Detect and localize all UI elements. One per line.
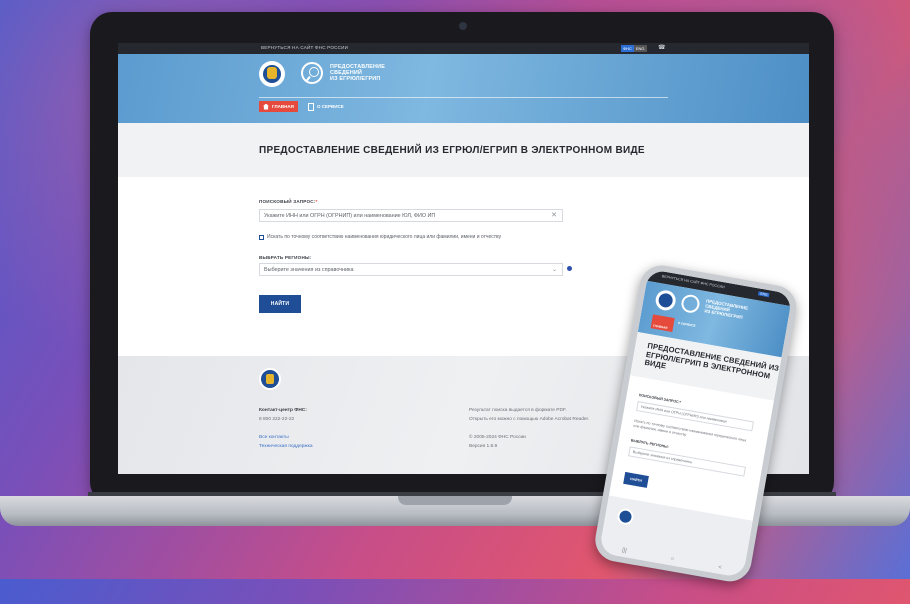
phone-nav-home-button[interactable]: ГЛАВНАЯ xyxy=(650,314,675,332)
result-note: Результат поиска выдается в формате PDF. xyxy=(469,408,567,413)
back-arrow-icon[interactable]: < xyxy=(718,565,723,572)
nav-about-label: О СЕРВИСЕ xyxy=(317,104,344,109)
phone-magnifier-icon xyxy=(680,293,701,315)
phone-service-title: ПРЕДОСТАВЛЕНИЕ СВЕДЕНИЙ ИЗ ЕГРЮЛ/ЕГРИП xyxy=(704,298,749,321)
version: Версия 1.8.9 xyxy=(469,444,498,449)
phone-search-button[interactable]: НАЙТИ xyxy=(623,471,649,488)
regions-select-placeholder: Выберите значения из справочника xyxy=(264,267,354,273)
copyright: © 2005-2024 ФНС России xyxy=(469,435,526,440)
home-icon xyxy=(263,103,269,110)
service-title: ПРЕДОСТАВЛЕНИЕ СВЕДЕНИЙ ИЗ ЕГРЮЛ/ЕГРИП xyxy=(330,64,385,83)
result-note: Открыть его можно с помощью Adobe Acroba… xyxy=(469,417,590,422)
phone-lang-button[interactable]: ENG xyxy=(757,291,770,298)
laptop-notch xyxy=(398,496,512,505)
regions-label: ВЫБРАТЬ РЕГИОНЫ: xyxy=(259,255,312,260)
phone-regions-placeholder: Выберите значения из справочника xyxy=(632,449,692,465)
support-link[interactable]: Техническая поддержка xyxy=(259,444,313,449)
back-to-fns-link[interactable]: ВЕРНУТЬСЯ НА САЙТ ФНС РОССИИ xyxy=(261,45,348,50)
phone-search-form: ПОИСКОВЫЙ ЗАПРОС:* Укажите ИНН или ОГРН … xyxy=(611,375,774,509)
nav-home-button[interactable]: ГЛАВНАЯ xyxy=(259,101,298,112)
page-title-band: ПРЕДОСТАВЛЕНИЕ СВЕДЕНИЙ ИЗ ЕГРЮЛ/ЕГРИП В… xyxy=(118,123,809,177)
service-title-line: ИЗ ЕГРЮЛ/ЕГРИП xyxy=(330,76,381,83)
contact-center-title: Контакт-центр ФНС: xyxy=(259,408,307,413)
phone-footer: ||| ○ < xyxy=(598,495,753,578)
document-icon xyxy=(308,102,314,111)
footer-emblem-logo xyxy=(259,368,281,390)
exact-match-checkbox-row[interactable]: Искать по точному соответствию наименова… xyxy=(259,234,501,240)
search-input-placeholder: Укажите ИНН или ОГРН (ОГРНИП) или наимен… xyxy=(264,213,436,219)
phone-emblem-logo[interactable] xyxy=(654,288,678,312)
contact-phone[interactable]: 8 800 222-22-22 xyxy=(259,417,294,422)
regions-select[interactable]: Выберите значения из справочника ⌄ xyxy=(259,263,563,276)
lang-en-button[interactable]: ENG xyxy=(633,45,647,52)
phone-regions-select[interactable]: Выберите значения из справочника xyxy=(628,446,746,477)
search-input[interactable]: Укажите ИНН или ОГРН (ОГРНИП) или наимен… xyxy=(259,209,563,222)
info-icon[interactable] xyxy=(567,266,572,271)
all-contacts-link[interactable]: Все контакты xyxy=(259,435,289,440)
query-label: ПОИСКОВЫЙ ЗАПРОС:* xyxy=(259,199,318,204)
nav-home-label: ГЛАВНАЯ xyxy=(272,104,294,109)
phone-search-placeholder: Укажите ИНН или ОГРН (ОГРНИП) или наимен… xyxy=(640,404,727,424)
search-button[interactable]: НАЙТИ xyxy=(259,295,301,313)
nav-about-link[interactable]: О СЕРВИСЕ xyxy=(308,101,344,112)
phone-nav-about-link[interactable]: О СЕРВИСЕ xyxy=(678,321,696,328)
exact-match-label: Искать по точному соответствию наименова… xyxy=(267,234,502,240)
webcam xyxy=(459,22,467,30)
home-circle-icon[interactable]: ○ xyxy=(670,556,675,563)
recent-apps-icon[interactable]: ||| xyxy=(621,548,627,555)
header-divider xyxy=(259,97,668,98)
page-title: ПРЕДОСТАВЛЕНИЕ СВЕДЕНИЙ ИЗ ЕГРЮЛ/ЕГРИП В… xyxy=(259,145,645,156)
exact-match-checkbox[interactable] xyxy=(259,234,264,240)
phone-icon[interactable]: ☎ xyxy=(658,44,665,51)
required-marker: * xyxy=(315,199,318,204)
phone-nav-home-label: ГЛАВНАЯ xyxy=(652,323,668,331)
language-switch[interactable]: ФНС ENG xyxy=(621,45,647,52)
chevron-down-icon: ⌄ xyxy=(551,267,557,273)
top-bar: ВЕРНУТЬСЯ НА САЙТ ФНС РОССИИ ФНС ENG ☎ xyxy=(118,43,809,54)
lang-ru-button[interactable]: ФНС xyxy=(621,45,634,52)
fns-emblem-logo[interactable] xyxy=(259,61,285,87)
query-label-text: ПОИСКОВЫЙ ЗАПРОС: xyxy=(259,199,316,204)
service-magnifier-icon xyxy=(301,62,323,84)
phone-nav-bar: ||| ○ < xyxy=(599,541,745,578)
phone-footer-emblem xyxy=(616,507,635,526)
clear-icon[interactable]: ✕ xyxy=(551,211,557,219)
site-header: ПРЕДОСТАВЛЕНИЕ СВЕДЕНИЙ ИЗ ЕГРЮЛ/ЕГРИП Г… xyxy=(118,54,809,123)
